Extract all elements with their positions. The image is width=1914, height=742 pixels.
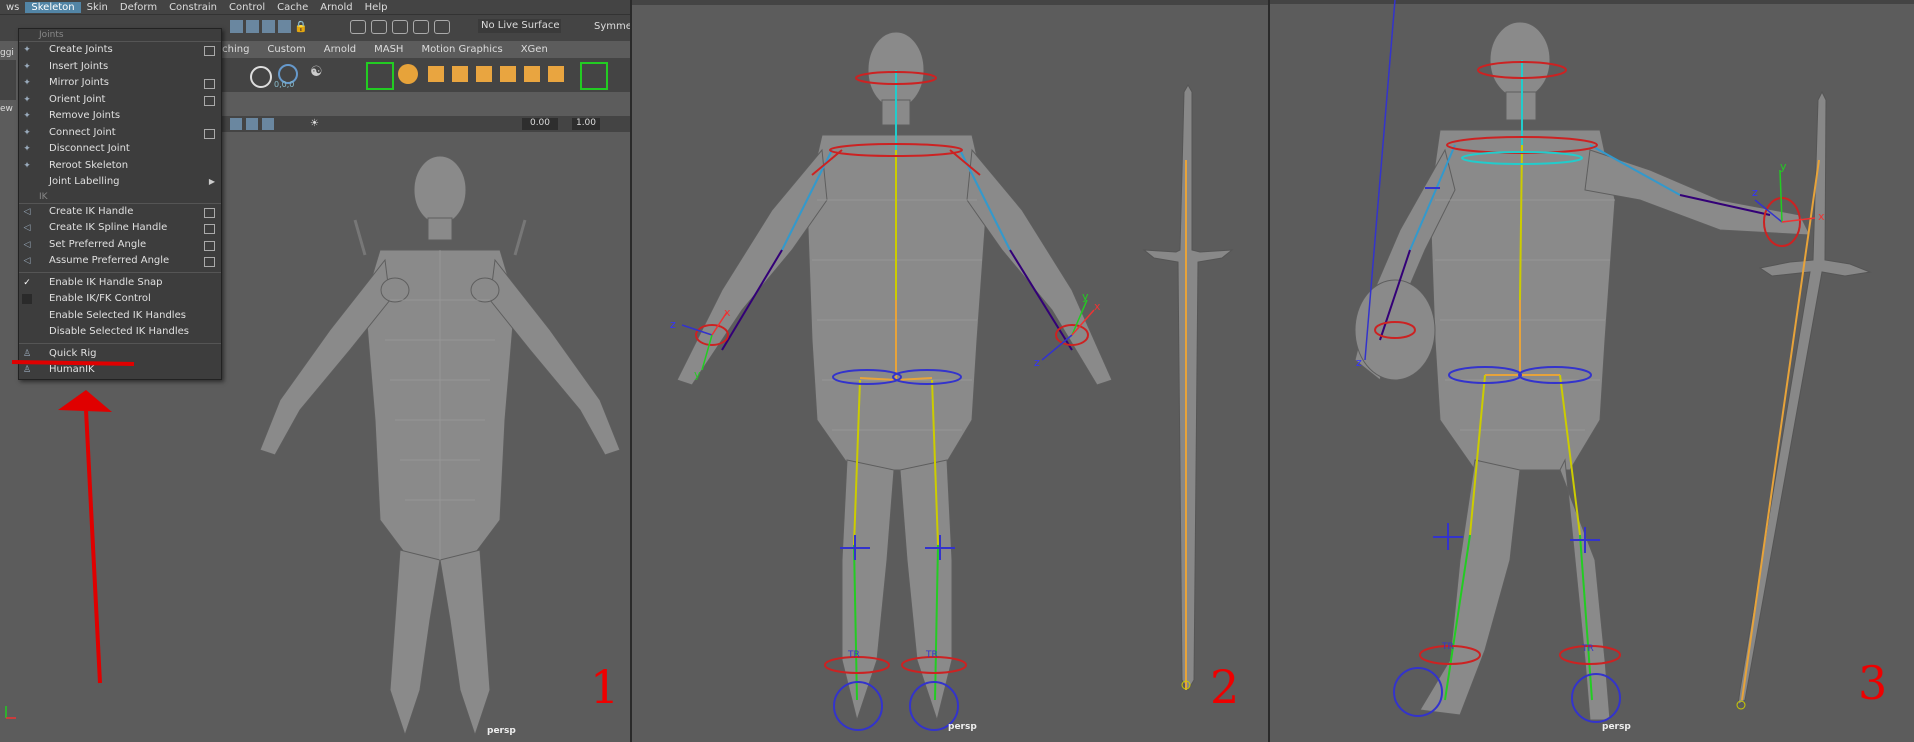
viewport-1[interactable]: ws Skeleton Skin Deform Constrain Contro… [0,0,630,742]
foot-label-left: TR [1442,642,1454,652]
joint-axis-z-hand: z [1752,186,1758,199]
character-model-2-rigged[interactable] [632,0,1268,742]
joint-axis-x-hand: x [1818,210,1825,223]
joint-axis-z-shield: z [1356,356,1362,369]
annotation-arrow [11,360,135,684]
camera-label-3: persp [1602,722,1631,732]
annotation-number-3: 3 [1858,656,1888,710]
camera-label-1: persp [487,726,516,736]
viewport-3[interactable]: z y x z TR TR 3 persp [1270,0,1914,742]
joint-axis-y-right: y [1082,290,1089,303]
annotation-number-1: 1 [590,660,620,714]
foot-label-right: TR [1582,644,1594,654]
joint-axis-x-right: x [1094,300,1101,313]
viewport-2[interactable]: z y x z y x TR TR 2 persp [632,0,1268,742]
camera-label-2: persp [948,722,977,732]
joint-axis-x-left: x [724,306,731,319]
joint-axis-z-left: z [670,318,676,331]
foot-label-left: TR [848,650,860,660]
joint-axis-y-hand: y [1780,160,1787,173]
joint-axis-z-right: z [1034,356,1040,369]
axis-gizmo-icon [5,706,16,719]
joint-axis-y-left: y [694,368,701,381]
annotation-number-2: 2 [1210,660,1240,714]
foot-label-right: TR [926,650,938,660]
character-model-3-posed[interactable] [1270,0,1914,742]
